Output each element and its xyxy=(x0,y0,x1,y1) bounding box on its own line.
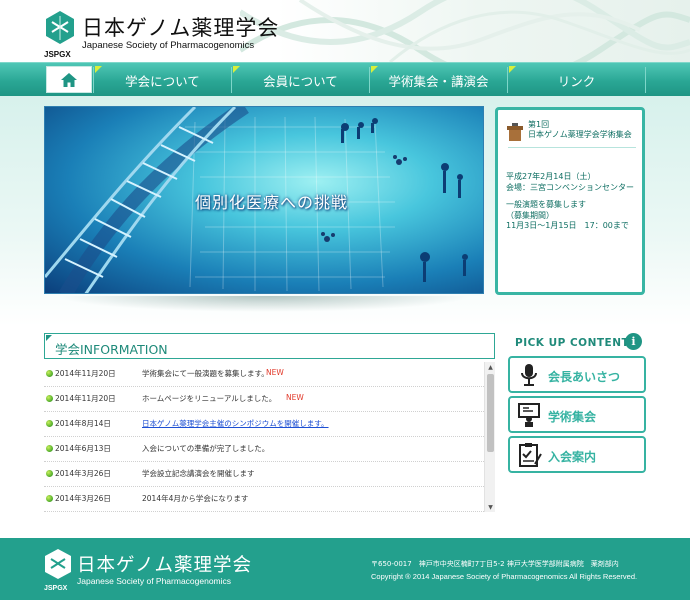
pickup-greeting-button[interactable]: 会長あいさつ xyxy=(508,356,646,393)
news-item: 2014年8月14日 日本ゲノム薬理学会主催のシンポジウムを開催します。 xyxy=(44,412,484,437)
event-divider xyxy=(508,147,636,148)
presentation-icon xyxy=(518,403,540,427)
event-details: 平成27年2月14日（土） 会場：三宮コンベンションセンター 一般演題を募集しま… xyxy=(506,172,644,232)
nav-item-label: 会員について xyxy=(263,73,338,89)
pickup-membership-button[interactable]: 入会案内 xyxy=(508,436,646,473)
pickup-label: 学術集会 xyxy=(548,410,597,424)
news-date: 2014年11月20日 xyxy=(55,369,116,378)
news-text: ホームページをリニューアルしました。 xyxy=(142,394,277,403)
scroll-down-arrow-icon[interactable]: ▼ xyxy=(485,502,495,512)
site-header: 日本ゲノム薬理学会 Japanese Society of Pharmacoge… xyxy=(0,0,690,62)
lectern-icon xyxy=(507,123,523,141)
news-text: 学術集会にて一般演題を募集します。 xyxy=(142,369,269,378)
nav-item-links[interactable]: リンク xyxy=(508,63,645,97)
site-subtitle: Japanese Society of Pharmacogenomics xyxy=(82,40,255,51)
news-item: 2014年3月26日 2014年4月から学会になります xyxy=(44,487,484,512)
news-item: 2014年11月20日 ホームページをリニューアルしました。 NEW xyxy=(44,387,484,412)
new-badge: NEW xyxy=(266,368,284,377)
nav-item-label: リンク xyxy=(557,73,596,89)
nav-item-about[interactable]: 学会について xyxy=(94,63,231,97)
clipboard-icon xyxy=(519,443,542,467)
site-logo[interactable]: 日本ゲノム薬理学会 Japanese Society of Pharmacoge… xyxy=(44,10,284,59)
event-date: 平成27年2月14日（土） xyxy=(506,172,596,181)
information-title: 学会INFORMATION xyxy=(55,342,168,357)
bullet-icon xyxy=(46,445,53,452)
site-title: 日本ゲノム薬理学会 xyxy=(82,16,280,40)
bullet-icon xyxy=(46,470,53,477)
news-item: 2014年6月13日 入会についての準備が完了しました。 xyxy=(44,437,484,462)
nav-item-meetings[interactable]: 学術集会・講演会 xyxy=(370,63,507,97)
event-announcement[interactable]: 第1回 日本ゲノム薬理学会学術集会 平成27年2月14日（土） 会場：三宮コンベ… xyxy=(495,107,645,295)
news-list: 2014年11月20日 学術集会にて一般演題を募集します。 NEW 2014年1… xyxy=(44,362,495,512)
new-badge: NEW xyxy=(286,393,304,402)
news-date: 2014年3月26日 xyxy=(55,494,111,503)
pickup-title: PICK UP CONTENTS xyxy=(515,337,638,349)
event-title-line: 第1回 xyxy=(528,120,550,129)
footer-copyright: Copyright ® 2014 Japanese Society of Pha… xyxy=(371,572,638,581)
event-title: 第1回 日本ゲノム薬理学会学術集会 xyxy=(528,120,644,140)
pickup-label: 会長あいさつ xyxy=(548,370,621,384)
bullet-icon xyxy=(46,420,53,427)
home-icon xyxy=(61,72,77,87)
event-period: 11月3日～1月15日 17：00まで xyxy=(506,221,629,230)
nav-corner-marker xyxy=(233,66,240,73)
news-scrollbar[interactable]: ▲ ▼ xyxy=(484,362,495,512)
hero-shadow xyxy=(56,296,472,312)
scroll-thumb[interactable] xyxy=(487,374,494,452)
main-nav: 学会について 会員について 学術集会・講演会 リンク xyxy=(0,62,690,96)
event-period-label: （募集期間） xyxy=(506,210,554,220)
news-date: 2014年3月26日 xyxy=(55,469,111,478)
nav-item-members[interactable]: 会員について xyxy=(232,63,369,97)
news-date: 2014年11月20日 xyxy=(55,394,116,403)
microphone-icon xyxy=(521,364,537,386)
bullet-icon xyxy=(46,495,53,502)
pickup-meeting-button[interactable]: 学術集会 xyxy=(508,396,646,433)
news-text: 入会についての準備が完了しました。 xyxy=(142,444,270,453)
news-text: 2014年4月から学会になります xyxy=(142,494,249,503)
nav-home-button[interactable] xyxy=(46,66,92,93)
event-venue: 会場：三宮コンベンションセンター xyxy=(506,182,634,192)
footer-address: 〒650-0017 神戸市中央区楠町7丁目5-2 神戸大学医学部附属病院 薬剤部… xyxy=(371,560,619,568)
nav-corner-marker xyxy=(509,66,516,73)
bullet-icon xyxy=(46,370,53,377)
news-link[interactable]: 日本ゲノム薬理学会主催のシンポジウムを開催します。 xyxy=(142,418,329,429)
pickup-label: 入会案内 xyxy=(548,450,597,464)
header-corner-marker xyxy=(46,335,52,341)
site-footer: JSPGX 日本ゲノム薬理学会 Japanese Society of Phar… xyxy=(0,538,690,600)
bullet-icon xyxy=(46,395,53,402)
event-call: 一般演題を募集します xyxy=(506,200,586,209)
event-title-line: 日本ゲノム薬理学会学術集会 xyxy=(528,130,632,139)
nav-item-label: 学会について xyxy=(125,73,200,89)
news-text: 学会設立記念講演会を開催します xyxy=(142,469,255,478)
nav-corner-marker xyxy=(371,66,378,73)
footer-abbr: JSPGX xyxy=(44,585,68,592)
site-abbr: JSPGX xyxy=(44,50,71,59)
information-header: 学会INFORMATION xyxy=(44,333,495,359)
footer-title: 日本ゲノム薬理学会 xyxy=(77,555,252,576)
footer-subtitle: Japanese Society of Pharmacogenomics xyxy=(77,576,232,586)
news-item: 2014年11月20日 学術集会にて一般演題を募集します。 NEW xyxy=(44,362,484,387)
news-item: 2014年3月26日 学会設立記念講演会を開催します xyxy=(44,462,484,487)
news-date: 2014年6月13日 xyxy=(55,444,111,453)
dna-helix-decoration xyxy=(240,0,690,62)
scroll-up-arrow-icon[interactable]: ▲ xyxy=(485,362,495,372)
hero-banner: 個別化医療への挑戦 xyxy=(44,106,484,294)
nav-item-label: 学術集会・講演会 xyxy=(388,73,489,89)
info-icon: i xyxy=(625,333,642,350)
hero-caption: 個別化医療への挑戦 xyxy=(195,193,349,212)
nav-divider xyxy=(645,67,646,93)
news-date: 2014年8月14日 xyxy=(55,419,111,428)
nav-corner-marker xyxy=(95,66,102,73)
